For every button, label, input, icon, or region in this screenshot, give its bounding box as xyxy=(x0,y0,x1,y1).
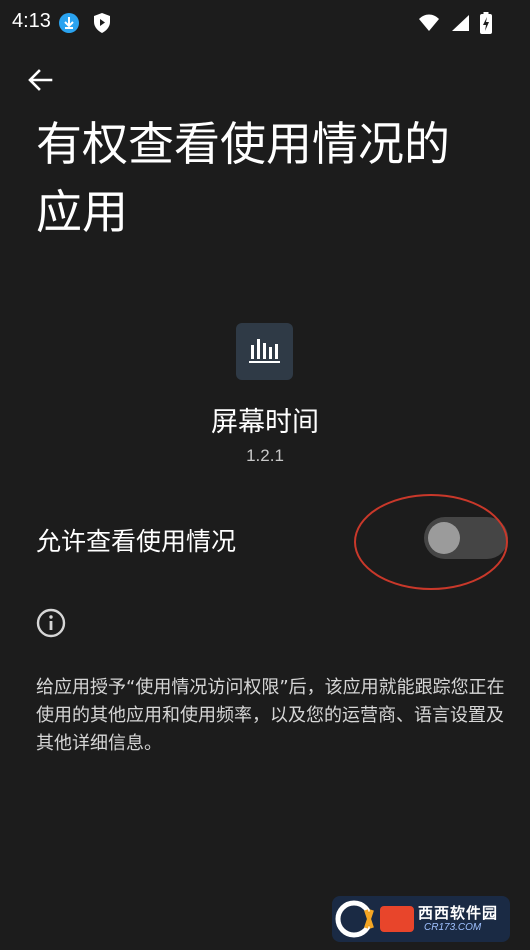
toggle-knob xyxy=(428,522,460,554)
shield-icon xyxy=(92,12,112,38)
page-title: 有权查看使用情况的应用 xyxy=(36,117,450,239)
permission-toggle[interactable] xyxy=(424,517,508,559)
watermark-logo: 西西软件园 CR173.COM xyxy=(332,896,510,942)
status-time: 4:13 xyxy=(12,10,51,32)
arrow-back-icon xyxy=(26,66,54,98)
info-icon xyxy=(36,608,66,638)
app-version: 1.2.1 xyxy=(246,446,284,465)
watermark-url: CR173.COM xyxy=(424,922,482,933)
permission-row[interactable]: 允许查看使用情况 xyxy=(0,500,530,580)
wifi-icon xyxy=(418,14,440,36)
download-icon xyxy=(58,12,80,38)
permission-label: 允许查看使用情况 xyxy=(36,527,237,556)
app-icon xyxy=(236,323,293,380)
app-name: 屏幕时间 xyxy=(211,407,319,438)
bar-chart-icon xyxy=(248,335,282,369)
signal-icon xyxy=(450,14,470,36)
info-text: 给应用授予“使用情况访问权限”后，该应用就能跟踪您正在使用的其他应用和使用频率，… xyxy=(36,677,505,754)
battery-charging-icon xyxy=(480,12,492,38)
back-button[interactable] xyxy=(22,64,58,100)
watermark-brand: 西西软件园 xyxy=(418,904,499,922)
status-bar: 4:13 xyxy=(0,0,530,44)
